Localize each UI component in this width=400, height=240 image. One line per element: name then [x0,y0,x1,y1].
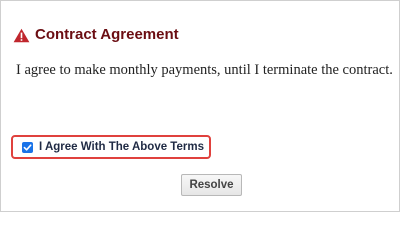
agree-terms-option[interactable]: I Agree With The Above Terms [11,135,211,159]
dialog-title: Contract Agreement [35,26,179,43]
agree-checkbox-label[interactable]: I Agree With The Above Terms [39,140,204,154]
title-row: Contract Agreement [13,26,179,44]
warning-triangle-icon [13,28,30,43]
contract-agreement-panel: Contract Agreement I agree to make month… [0,0,400,212]
resolve-button[interactable]: Resolve [181,174,242,196]
agree-checkbox[interactable] [22,141,33,153]
agreement-message: I agree to make monthly payments, until … [16,62,393,78]
checkmark-icon [23,143,32,151]
